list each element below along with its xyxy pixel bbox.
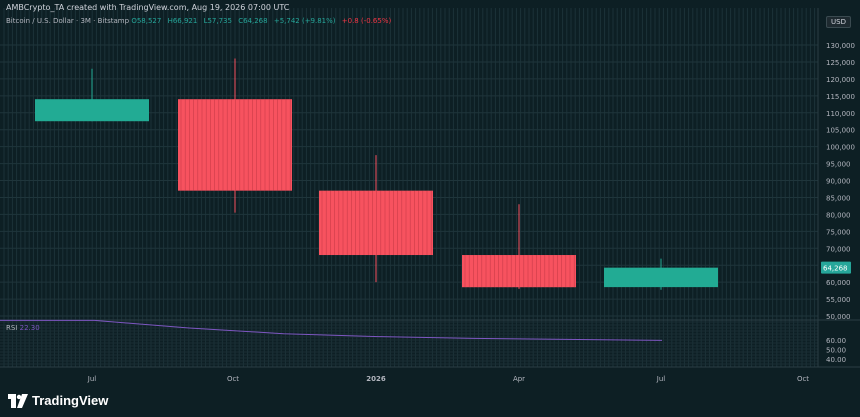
- candle-body-down: [319, 190, 433, 256]
- price-tick-label: 105,000: [826, 127, 855, 135]
- rsi-tick-label: 50.00: [826, 347, 846, 355]
- credit-text: AMBCrypto_TA created with TradingView.co…: [6, 3, 290, 12]
- price-tick-label: 95,000: [826, 161, 851, 169]
- extra-change-value: +0.8 (-0.65%): [341, 17, 392, 25]
- price-tick-label: 90,000: [826, 178, 851, 186]
- axes: 130,000 125,000 120,000 115,000 110,000 105,0…: [87, 42, 855, 383]
- chart: 130,000 125,000 120,000 115,000 110,000 105,0…: [0, 8, 860, 383]
- symbol-legend[interactable]: Bitcoin / U.S. Dollar · 3M · Bitstamp O5…: [6, 17, 391, 25]
- price-tick-label: 50,000: [826, 313, 851, 321]
- price-tick-label: 125,000: [826, 59, 855, 67]
- close-value: C64,268: [238, 17, 268, 25]
- rsi-tick-label: 60.00: [826, 337, 846, 345]
- rsi-label: RSI: [6, 324, 18, 332]
- time-tick-label: Jul: [87, 375, 97, 383]
- rsi-value: 22.30: [19, 324, 40, 332]
- price-tick-label: 130,000: [826, 42, 855, 50]
- time-tick-label: Oct: [797, 375, 809, 383]
- time-tick-label: Oct: [227, 375, 239, 383]
- price-tick-label: 85,000: [826, 194, 851, 202]
- price-tick-label: 70,000: [826, 245, 851, 253]
- candle-body-down: [178, 99, 292, 191]
- grid: [0, 8, 860, 368]
- price-tick-label: 60,000: [826, 279, 851, 287]
- low-value: L57,735: [203, 17, 232, 25]
- rsi-legend[interactable]: RSI 22.30: [6, 324, 40, 332]
- high-value: H66,921: [167, 17, 198, 25]
- tradingview-logo[interactable]: TradingView: [8, 393, 108, 408]
- price-tick-label: 80,000: [826, 211, 851, 219]
- open-value: O58,527: [131, 17, 162, 25]
- price-tick-label: 120,000: [826, 76, 855, 84]
- tradingview-logo-text: TradingView: [32, 393, 109, 408]
- tradingview-logo-icon: [8, 393, 28, 408]
- price-tick-label: 100,000: [826, 144, 855, 152]
- time-tick-label: Apr: [513, 375, 525, 383]
- change-value: +5,742 (+9.81%): [273, 17, 336, 25]
- rsi-tick-label: 40.00: [826, 356, 846, 364]
- price-tick-label: 110,000: [826, 110, 855, 118]
- price-tick-label: 75,000: [826, 228, 851, 236]
- candle-body-up: [604, 267, 718, 288]
- price-tick-label: 115,000: [826, 93, 855, 101]
- time-tick-label: Jul: [656, 375, 666, 383]
- candle-body-up: [35, 99, 149, 122]
- time-tick-label: 2026: [366, 375, 386, 383]
- price-tick-label: 55,000: [826, 296, 851, 304]
- candles: [35, 58, 718, 290]
- last-price-label: 64,268: [823, 265, 848, 273]
- currency-button[interactable]: USD: [826, 16, 851, 28]
- candle-body-down: [462, 255, 576, 288]
- symbol-name: Bitcoin / U.S. Dollar · 3M · Bitstamp: [6, 17, 130, 25]
